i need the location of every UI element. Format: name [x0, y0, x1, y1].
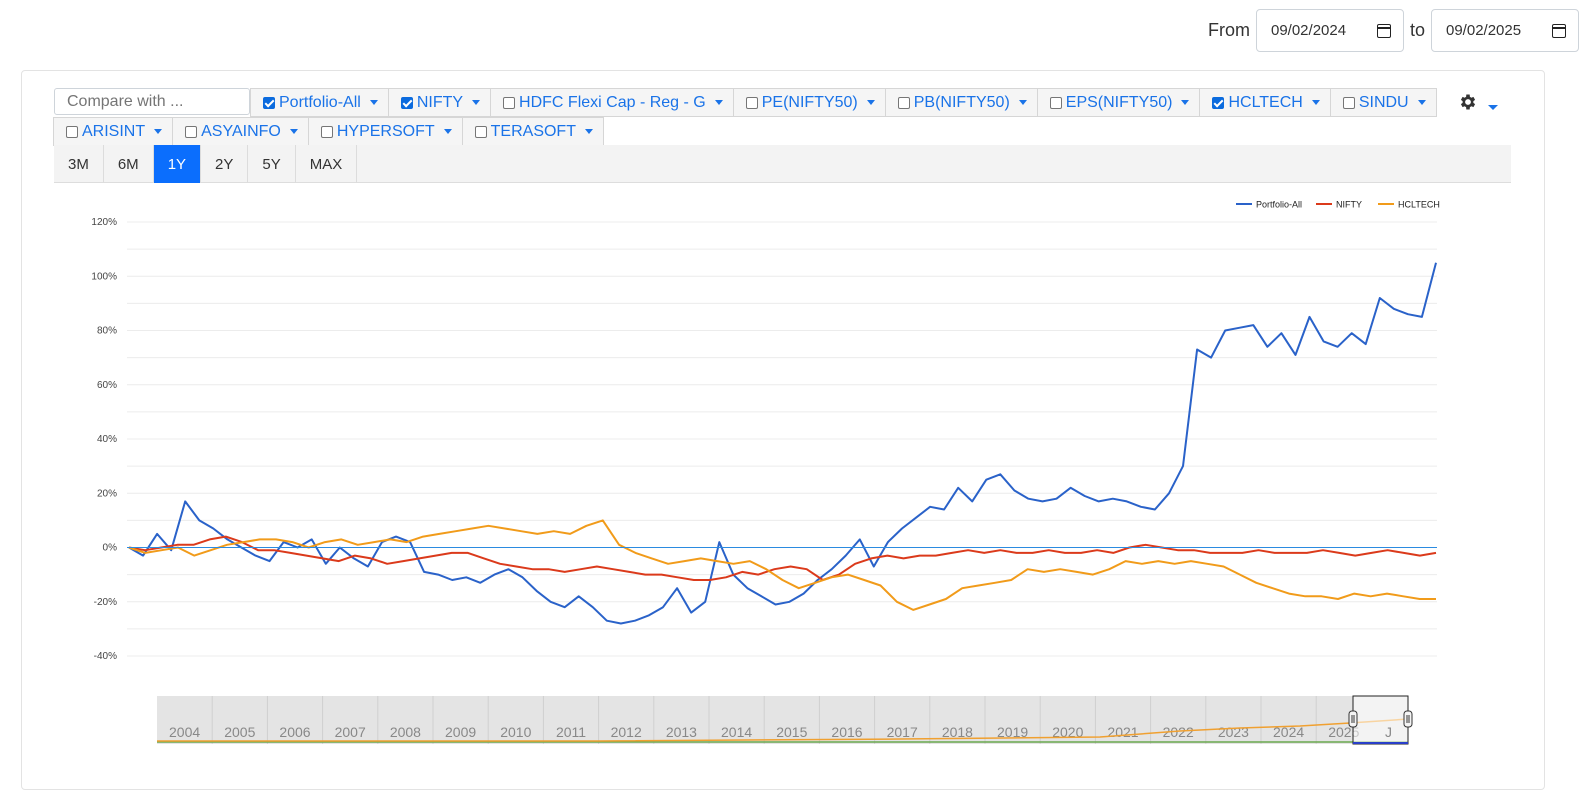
series-chip[interactable]: SINDU: [1329, 88, 1437, 117]
series-chip-label: TERASOFT: [490, 122, 576, 140]
series-chip[interactable]: TERASOFT: [461, 117, 604, 146]
to-date-input[interactable]: 09/02/2025: [1431, 9, 1579, 52]
from-label: From: [1207, 20, 1250, 40]
series-checkbox[interactable]: [897, 96, 910, 109]
series-chip-label: EPS(NIFTY50): [1065, 93, 1173, 111]
chevron-down-icon[interactable]: [1311, 100, 1320, 105]
chevron-down-icon[interactable]: [472, 100, 481, 105]
series-chip[interactable]: HCLTECH: [1199, 88, 1331, 117]
series-chip[interactable]: NIFTY: [387, 88, 492, 117]
series-checkbox[interactable]: [503, 96, 516, 109]
series-chip[interactable]: HYPERSOFT: [307, 117, 463, 146]
chevron-down-icon[interactable]: [369, 100, 378, 105]
chevron-down-icon[interactable]: [289, 129, 298, 134]
chevron-down-icon[interactable]: [584, 129, 593, 134]
range-tab-max[interactable]: MAX: [296, 145, 358, 183]
calendar-icon[interactable]: [1552, 23, 1566, 38]
series-checkbox[interactable]: [745, 96, 758, 109]
from-date-value: 09/02/2024: [1270, 22, 1347, 39]
series-chip-row-1: Portfolio-All NIFTY HDFC Flexi Cap - Reg -…: [250, 88, 1437, 117]
chevron-down-icon[interactable]: [1417, 100, 1426, 105]
series-checkbox[interactable]: [1212, 96, 1225, 109]
series-chip-label: Portfolio-All: [279, 93, 361, 111]
chevron-down-icon[interactable]: [154, 129, 163, 134]
series-checkbox[interactable]: [66, 125, 78, 138]
series-chip-label: PB(NIFTY50): [913, 93, 1010, 111]
to-date-value: 09/02/2025: [1446, 22, 1522, 39]
chevron-down-icon[interactable]: [1488, 105, 1498, 110]
series-chip[interactable]: ARISINT: [53, 117, 174, 146]
series-chip-label: ASYAINFO: [201, 122, 281, 140]
range-tab-3m[interactable]: 3M: [54, 145, 104, 183]
series-checkbox[interactable]: [185, 125, 198, 138]
gear-icon[interactable]: [1458, 92, 1478, 112]
series-chip[interactable]: ASYAINFO: [172, 117, 309, 146]
series-chip-label: HDFC Flexi Cap - Reg - G: [519, 93, 706, 111]
series-checkbox[interactable]: [400, 96, 413, 109]
compare-input[interactable]: [54, 88, 250, 115]
series-chip[interactable]: HDFC Flexi Cap - Reg - G: [490, 88, 734, 117]
from-date-input[interactable]: 09/02/2024: [1255, 9, 1404, 52]
chevron-down-icon[interactable]: [714, 100, 723, 105]
series-chip-label: PE(NIFTY50): [761, 93, 858, 111]
series-checkbox[interactable]: [320, 125, 333, 138]
series-chip[interactable]: PB(NIFTY50): [884, 88, 1038, 117]
to-label: to: [1409, 20, 1425, 40]
range-tab-6m[interactable]: 6M: [104, 145, 154, 183]
calendar-icon[interactable]: [1376, 23, 1391, 38]
chevron-down-icon[interactable]: [443, 129, 452, 134]
series-checkbox[interactable]: [263, 96, 275, 109]
chevron-down-icon[interactable]: [866, 100, 875, 105]
series-chip-label: SINDU: [1358, 93, 1409, 111]
series-chip[interactable]: Portfolio-All: [250, 88, 389, 117]
series-chip-row-2: ARISINT ASYAINFO HYPERSOFT TERASOFT: [53, 117, 604, 146]
chevron-down-icon[interactable]: [1018, 100, 1027, 105]
series-checkbox[interactable]: [474, 125, 487, 138]
series-checkbox[interactable]: [1342, 96, 1355, 109]
date-range: From 09/02/2024 to 09/02/2025: [1208, 9, 1579, 52]
series-checkbox[interactable]: [1049, 96, 1062, 109]
series-chip-label: HYPERSOFT: [336, 122, 435, 140]
series-chip-label: HCLTECH: [1228, 93, 1303, 111]
chevron-down-icon[interactable]: [1181, 100, 1190, 105]
range-tab-2y[interactable]: 2Y: [201, 145, 249, 183]
range-selector: 3M 6M 1Y 2Y 5Y MAX: [54, 145, 1511, 183]
range-tab-1y[interactable]: 1Y: [153, 145, 202, 183]
range-tab-5y[interactable]: 5Y: [248, 145, 296, 183]
series-chip-label: NIFTY: [416, 93, 464, 111]
series-chip[interactable]: EPS(NIFTY50): [1036, 88, 1201, 117]
series-chip[interactable]: PE(NIFTY50): [732, 88, 886, 117]
series-chip-label: ARISINT: [82, 122, 146, 140]
